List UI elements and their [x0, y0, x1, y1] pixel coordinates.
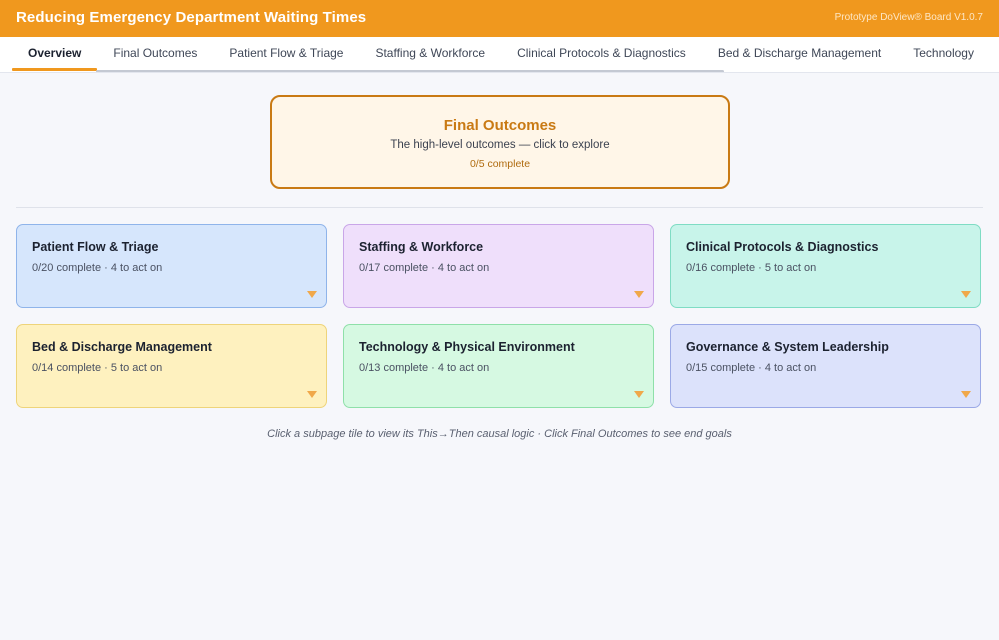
tile-status: 0/20 complete · 4 to act on	[32, 262, 163, 274]
final-outcomes-card[interactable]: Final Outcomes The high-level outcomes —…	[270, 95, 730, 189]
subpage-tile-clinical-protocols[interactable]: Clinical Protocols & Diagnostics 0/16 co…	[670, 224, 981, 308]
caret-down-icon	[961, 291, 971, 298]
help-hint: Click a subpage tile to view its This→Th…	[267, 428, 732, 440]
tab-technology[interactable]: Technology	[897, 37, 990, 69]
caret-down-icon	[307, 291, 317, 298]
final-outcomes-progress: 0/5 complete	[469, 158, 531, 170]
app-window: Reducing Emergency Department Waiting Ti…	[0, 0, 999, 640]
version-label: Prototype DoView® Board V1.0.7	[834, 12, 983, 23]
subpage-tile-patient-flow[interactable]: Patient Flow & Triage 0/20 complete · 4 …	[16, 224, 327, 308]
tile-status: 0/16 complete · 5 to act on	[686, 262, 817, 274]
tile-status: 0/13 complete · 4 to act on	[359, 362, 490, 374]
tile-status: 0/17 complete · 4 to act on	[359, 262, 490, 274]
caret-down-icon	[634, 291, 644, 298]
final-outcomes-title: Final Outcomes	[443, 117, 557, 134]
tab-bar: Overview Final Outcomes Patient Flow & Tri…	[0, 37, 999, 73]
tile-title: Technology & Physical Environment	[359, 340, 575, 354]
subpage-tile-staffing[interactable]: Staffing & Workforce 0/17 complete · 4 t…	[343, 224, 654, 308]
tile-title: Governance & System Leadership	[686, 340, 889, 354]
subpage-tile-governance[interactable]: Governance & System Leadership 0/15 comp…	[670, 324, 981, 408]
tab-list: Overview Final Outcomes Patient Flow & Tri…	[12, 37, 990, 72]
header-bar: Reducing Emergency Department Waiting Ti…	[0, 0, 999, 37]
subpage-tile-bed-discharge[interactable]: Bed & Discharge Management 0/14 complete…	[16, 324, 327, 408]
caret-down-icon	[307, 391, 317, 398]
final-outcomes-description: The high-level outcomes — click to explo…	[390, 139, 610, 151]
tab-overview[interactable]: Overview	[12, 37, 98, 71]
tile-status: 0/14 complete · 5 to act on	[32, 362, 163, 374]
caret-down-icon	[634, 391, 644, 398]
tile-title: Patient Flow & Triage	[32, 240, 159, 254]
app-title: Reducing Emergency Department Waiting Ti…	[16, 9, 367, 26]
subpage-tile-technology[interactable]: Technology & Physical Environment 0/13 c…	[343, 324, 654, 408]
tile-status: 0/15 complete · 4 to act on	[686, 362, 817, 374]
tab-staffing-workforce[interactable]: Staffing & Workforce	[359, 37, 501, 69]
tab-final-outcomes[interactable]: Final Outcomes	[97, 37, 213, 69]
section-divider	[16, 207, 983, 208]
tab-scrollbar[interactable]	[96, 70, 724, 72]
tile-title: Bed & Discharge Management	[32, 340, 212, 354]
tab-clinical-protocols[interactable]: Clinical Protocols & Diagnostics	[501, 37, 702, 69]
tile-title: Staffing & Workforce	[359, 240, 484, 254]
tab-patient-flow-triage[interactable]: Patient Flow & Triage	[213, 37, 359, 69]
tile-title: Clinical Protocols & Diagnostics	[686, 240, 879, 254]
tab-bed-discharge[interactable]: Bed & Discharge Management	[702, 37, 897, 69]
caret-down-icon	[961, 391, 971, 398]
